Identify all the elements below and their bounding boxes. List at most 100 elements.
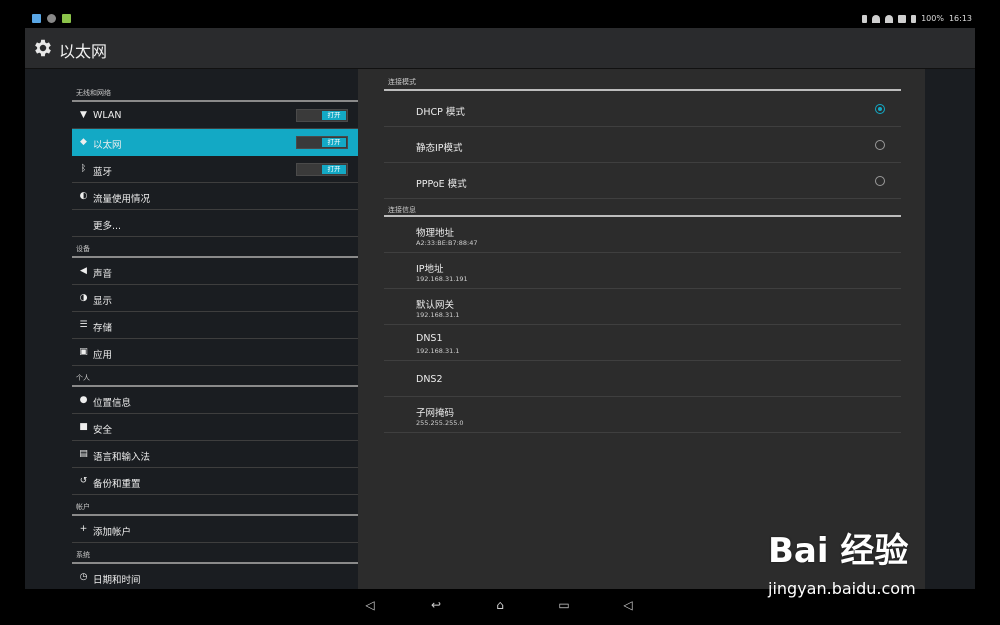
info-title: 物理地址 [416, 228, 455, 239]
settings-item-language[interactable]: ▤ 语言和输入法 [72, 441, 358, 468]
settings-item-storage[interactable]: ☰ 存储 [72, 312, 358, 339]
info-title: 子网掩码 [416, 408, 455, 419]
mode-radio-dhcp[interactable] [875, 104, 885, 114]
settings-item-add-account[interactable]: + 添加帐户 [72, 516, 358, 543]
info-gateway: 默认网关 192.168.31.1 [384, 289, 901, 325]
language-icon: ▤ [79, 449, 88, 459]
wifi-icon: ▼ [80, 110, 87, 120]
info-title: DNS2 [416, 374, 443, 385]
settings-item-label: 备份和重置 [93, 479, 141, 490]
notification-shield-icon[interactable] [47, 14, 56, 23]
headset-icon [872, 14, 881, 23]
apps-icon: ▣ [79, 347, 88, 357]
settings-item-location[interactable]: ● 位置信息 [72, 387, 358, 414]
settings-screen: 以太网 无线和网络 ▼ WLAN 打开 ◆ 以太网 打开 ᛒ 蓝牙 打开 ◐ 流… [25, 28, 975, 589]
volume-down-icon[interactable]: ◁ [360, 595, 380, 615]
toggle-on-label: 打开 [322, 165, 346, 174]
settings-item-label: WLAN [93, 110, 122, 121]
settings-item-label: 存储 [93, 323, 113, 334]
settings-item-label: 声音 [93, 269, 113, 280]
ethernet-detail-panel: 连接模式 DHCP 模式 静态IP模式 PPPoE 模式 连接信息 物理地址 A… [358, 69, 925, 589]
settings-item-more[interactable]: 更多... [72, 210, 358, 237]
storage-icon: ☰ [79, 320, 88, 330]
sound-icon: ◀ [80, 266, 87, 276]
settings-item-backup[interactable]: ↺ 备份和重置 [72, 468, 358, 495]
notification-android-icon[interactable] [62, 14, 71, 23]
mode-option-dhcp[interactable]: DHCP 模式 [384, 91, 901, 127]
data-usage-icon: ◐ [79, 191, 88, 201]
info-ip-address: IP地址 192.168.31.191 [384, 253, 901, 289]
info-value: 192.168.31.191 [416, 275, 468, 283]
back-icon[interactable]: ↩ [426, 595, 446, 615]
mode-radio-static-ip[interactable] [875, 140, 885, 150]
settings-item-label: 语言和输入法 [93, 452, 151, 463]
bluetooth-toggle[interactable]: 打开 [296, 163, 348, 176]
info-value: A2:33:BE:B7:88:47 [416, 239, 478, 247]
volume-up-icon[interactable]: ◁ [618, 595, 638, 615]
settings-item-bluetooth[interactable]: ᛒ 蓝牙 打开 [72, 156, 358, 183]
settings-item-ethernet[interactable]: ◆ 以太网 打开 [72, 129, 358, 156]
info-subnet-mask: 子网掩码 255.255.255.0 [384, 397, 901, 433]
section-header-accounts: 帐户 [72, 495, 358, 516]
settings-item-sound[interactable]: ◀ 声音 [72, 258, 358, 285]
wifi-icon [885, 14, 894, 23]
info-title: DNS1 [416, 333, 443, 344]
bluetooth-icon [862, 14, 868, 23]
toggle-on-label: 打开 [322, 138, 346, 147]
notification-icons [32, 14, 71, 23]
connection-info-header: 连接信息 [388, 206, 416, 214]
info-mac-address: 物理地址 A2:33:BE:B7:88:47 [384, 217, 901, 253]
location-icon: ● [79, 395, 88, 405]
toggle-on-label: 打开 [322, 111, 346, 120]
ethernet-icon [898, 14, 907, 23]
recents-icon[interactable]: ▭ [554, 595, 574, 615]
backup-icon: ↺ [79, 476, 88, 486]
lock-icon: ■ [79, 422, 88, 432]
action-bar: 以太网 [25, 28, 975, 69]
display-icon: ◑ [79, 293, 88, 303]
settings-item-label: 流量使用情况 [93, 194, 151, 205]
home-icon[interactable]: ⌂ [490, 595, 510, 615]
section-header-wireless: 无线和网络 [72, 81, 358, 102]
settings-item-security[interactable]: ■ 安全 [72, 414, 358, 441]
settings-item-label: 安全 [93, 425, 113, 436]
settings-item-wlan[interactable]: ▼ WLAN 打开 [72, 102, 358, 129]
settings-item-display[interactable]: ◑ 显示 [72, 285, 358, 312]
settings-item-label: 更多... [93, 221, 122, 232]
settings-list: 无线和网络 ▼ WLAN 打开 ◆ 以太网 打开 ᛒ 蓝牙 打开 ◐ 流量使用情… [72, 81, 358, 589]
clock-icon: ◷ [79, 572, 88, 582]
notification-app-icon[interactable] [32, 14, 41, 23]
info-title: IP地址 [416, 264, 444, 275]
settings-item-label: 日期和时间 [93, 575, 141, 586]
battery-icon [911, 14, 917, 23]
ethernet-icon: ◆ [80, 137, 87, 147]
mode-option-pppoe[interactable]: PPPoE 模式 [384, 163, 901, 199]
settings-item-apps[interactable]: ▣ 应用 [72, 339, 358, 366]
settings-item-label: 应用 [93, 350, 113, 361]
info-title: 默认网关 [416, 300, 455, 311]
settings-item-label: 显示 [93, 296, 113, 307]
system-icons: 100% 16:13 [862, 14, 972, 23]
settings-item-label: 以太网 [93, 140, 122, 151]
mode-option-static-ip[interactable]: 静态IP模式 [384, 127, 901, 163]
plus-icon: + [79, 524, 88, 534]
settings-item-label: 位置信息 [93, 398, 132, 409]
mode-label: DHCP 模式 [416, 107, 465, 118]
baidu-watermark: Bai 经验 jingyan.baidu.com [762, 517, 962, 607]
ethernet-toggle[interactable]: 打开 [296, 136, 348, 149]
section-header-device: 设备 [72, 237, 358, 258]
gear-icon[interactable] [32, 37, 54, 59]
info-dns2: DNS2 [384, 361, 901, 397]
battery-percent: 100% [921, 14, 944, 23]
watermark-url: jingyan.baidu.com [768, 579, 916, 598]
settings-item-label: 添加帐户 [93, 527, 132, 538]
wlan-toggle[interactable]: 打开 [296, 109, 348, 122]
settings-item-data-usage[interactable]: ◐ 流量使用情况 [72, 183, 358, 210]
clock: 16:13 [948, 14, 972, 23]
info-value: 255.255.255.0 [416, 419, 464, 427]
section-header-personal: 个人 [72, 366, 358, 387]
page-title: 以太网 [59, 42, 108, 61]
watermark-logo: Bai 经验 [768, 531, 909, 571]
settings-item-date-time[interactable]: ◷ 日期和时间 [72, 564, 358, 589]
mode-radio-pppoe[interactable] [875, 176, 885, 186]
